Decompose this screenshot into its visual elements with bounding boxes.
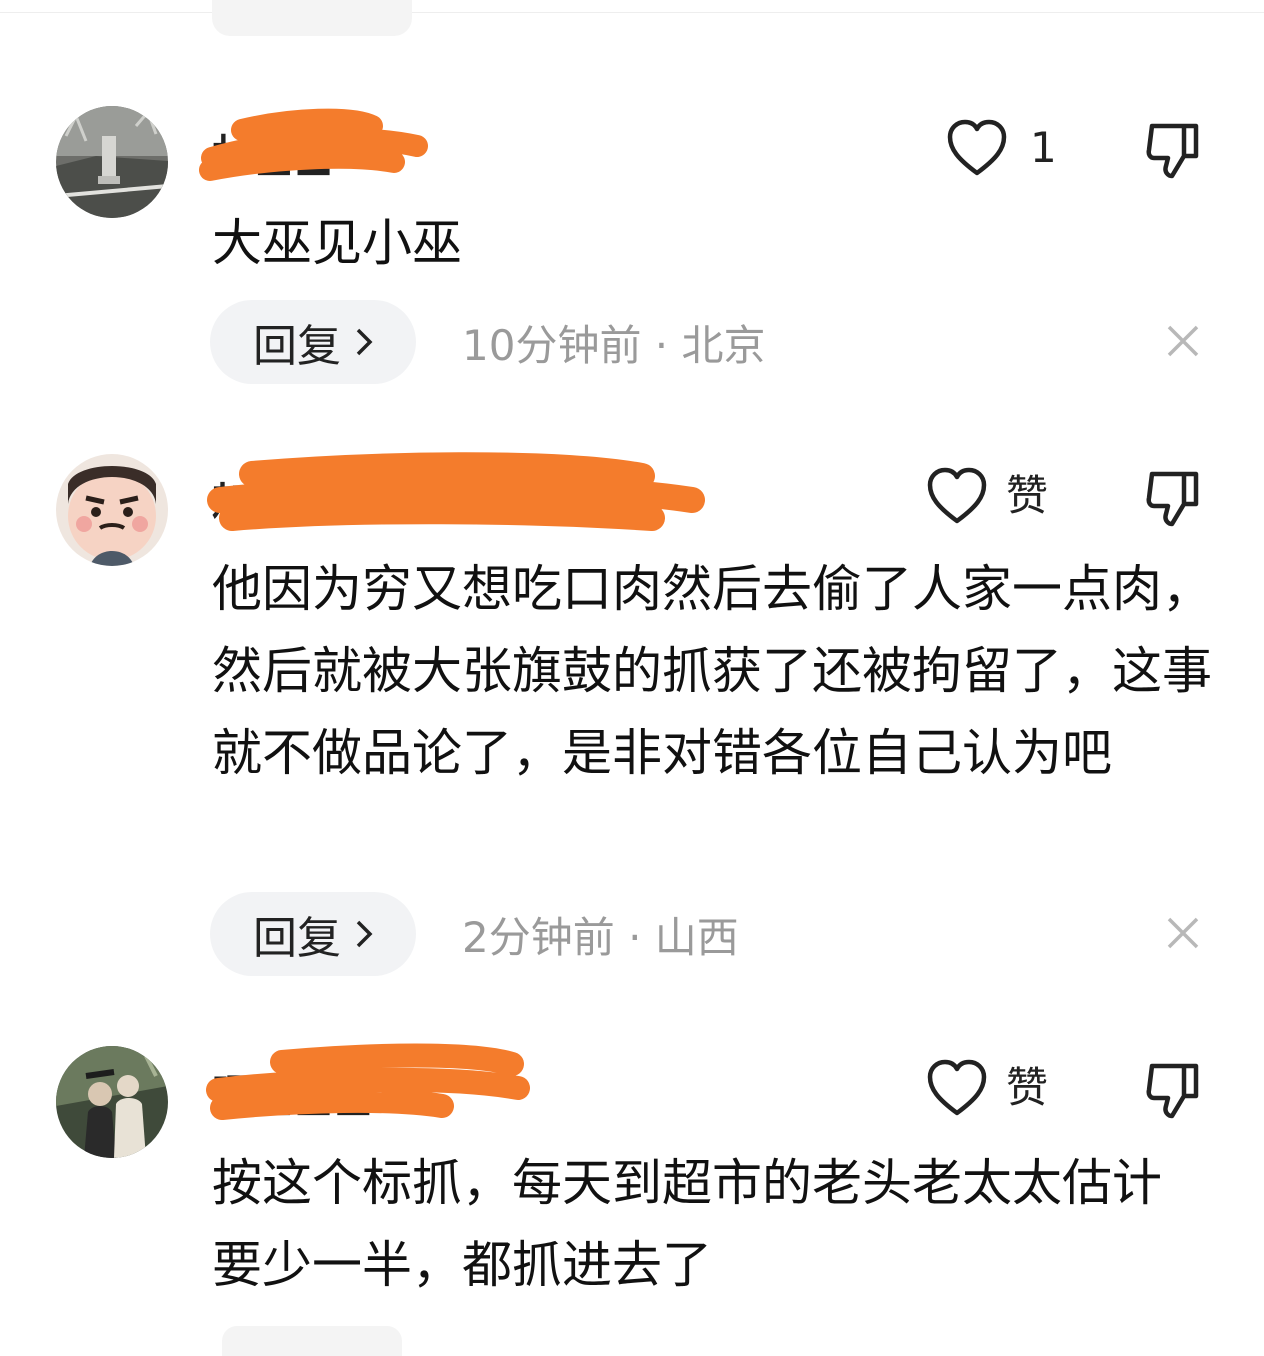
- comment-text: 大巫见小巫: [212, 214, 462, 272]
- chevron-right-icon: [355, 909, 373, 960]
- comment-time-location: 2分钟前 · 山西: [462, 912, 739, 962]
- username[interactable]: 曙■■■: [206, 1043, 712, 1120]
- close-icon: [1167, 325, 1199, 357]
- avatar[interactable]: [56, 106, 168, 218]
- comment-meta-row: 回复 10分钟前 · 北京: [210, 300, 766, 384]
- username[interactable]: 耘■■■■■■■■行: [207, 452, 712, 531]
- close-icon: [1167, 917, 1199, 949]
- thumbs-down-icon: [1146, 123, 1199, 179]
- like-label: 赞: [1006, 1063, 1049, 1112]
- dislike-button[interactable]: [1146, 120, 1202, 184]
- close-button[interactable]: [1166, 324, 1200, 362]
- dislike-button[interactable]: [1146, 468, 1202, 532]
- heart-outline-icon: [947, 119, 1007, 176]
- comment-text: 他因为穷又想吃口肉然后去偷了人家一点肉，然后就被大张旗鼓的抓获了还被拘留了，这事…: [212, 560, 1212, 782]
- like-button[interactable]: 赞: [926, 1058, 1048, 1118]
- avatar[interactable]: [56, 1046, 168, 1158]
- thumbs-down-icon: [1146, 471, 1199, 527]
- like-count: 1: [1030, 123, 1057, 172]
- comment-text: 按这个标抓，每天到超市的老头老太太估计要少一半，都抓进去了: [212, 1154, 1162, 1294]
- next-reply-pill[interactable]: [222, 1326, 402, 1356]
- reply-label: 回复: [253, 321, 341, 372]
- redaction-scribble: [206, 1043, 530, 1120]
- dislike-button[interactable]: [1146, 1060, 1202, 1124]
- close-button[interactable]: [1166, 916, 1200, 954]
- username[interactable]: 林■■: [199, 108, 712, 181]
- comment-meta-row: 回复 2分钟前 · 山西: [210, 892, 739, 976]
- previous-reply-pill[interactable]: [212, 0, 412, 36]
- chevron-right-icon: [355, 317, 373, 368]
- divider: [0, 12, 1264, 13]
- redaction-scribble: [199, 108, 428, 181]
- like-button[interactable]: 1: [946, 118, 1057, 178]
- reply-label: 回复: [253, 913, 341, 964]
- redaction-scribble: [207, 452, 705, 531]
- thumbs-down-icon: [1146, 1063, 1199, 1119]
- comment-time-location: 10分钟前 · 北京: [462, 320, 766, 370]
- like-button[interactable]: 赞: [926, 466, 1048, 526]
- avatar[interactable]: [56, 454, 168, 566]
- heart-outline-icon: [927, 467, 987, 524]
- reply-button[interactable]: 回复: [210, 892, 416, 976]
- like-label: 赞: [1006, 471, 1049, 520]
- heart-outline-icon: [927, 1059, 987, 1116]
- reply-button[interactable]: 回复: [210, 300, 416, 384]
